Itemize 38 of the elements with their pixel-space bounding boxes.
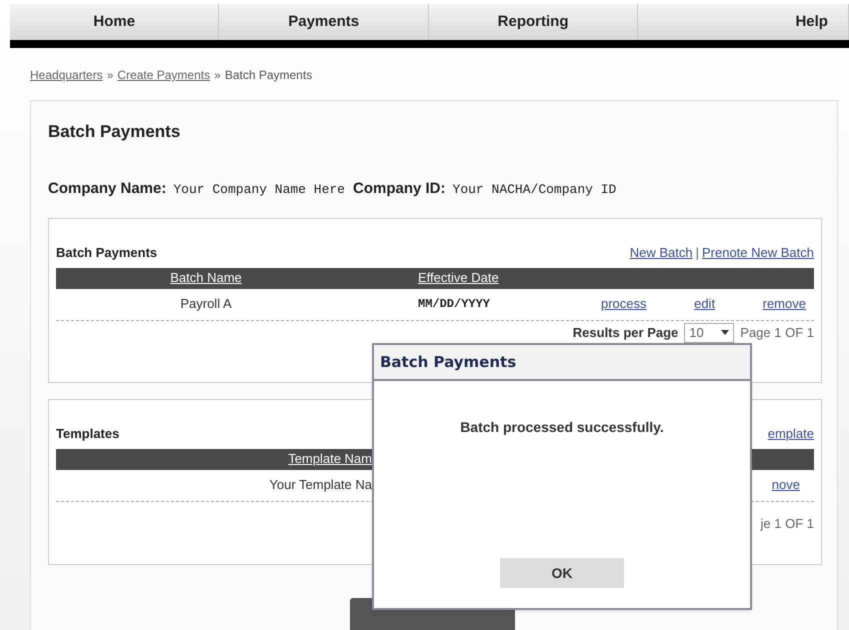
row-action-link[interactable]: remove (762, 294, 806, 314)
breadcrumb-separator: » (106, 67, 114, 84)
panel-title: Batch Payments (56, 244, 158, 262)
pager-label: Results per Page (572, 324, 678, 342)
table-cell-text: Your Template Na (268, 476, 372, 494)
table-cell-text: MM/DD/YYYY (417, 296, 492, 313)
column-header[interactable]: Template Nam (56, 449, 372, 469)
breadcrumb-link[interactable]: Headquarters (30, 66, 103, 84)
row-action-link[interactable]: process (601, 294, 647, 314)
row-action-link[interactable]: edit (694, 294, 716, 314)
breadcrumb-separator: » (214, 67, 221, 84)
company-label: Company ID: (353, 178, 446, 198)
dialog-message: Batch processed successfully. (459, 418, 665, 437)
nav-tab[interactable]: Help (638, 4, 849, 40)
panel-link[interactable]: New Batch (630, 243, 693, 262)
link-separator: | (696, 244, 699, 262)
panel-title: Templates (56, 425, 120, 443)
company-value: Your Company Name Here (173, 180, 345, 198)
company-label: Company Name: (48, 178, 166, 198)
per-page-select[interactable]: 10 (684, 322, 734, 342)
dropdown-arrow-icon (721, 330, 730, 335)
breadcrumb-current: Batch Payments (224, 67, 312, 84)
panel-link[interactable]: emplate (768, 424, 814, 444)
nav-tab[interactable]: Reporting (428, 4, 638, 40)
column-header[interactable]: Effective Date (356, 268, 499, 288)
breadcrumb-link[interactable]: Create Payments (117, 66, 210, 84)
nav-tab[interactable]: Payments (219, 4, 429, 40)
row-action-link[interactable]: nove (772, 475, 800, 495)
panel-link[interactable]: Prenote New Batch (702, 243, 814, 262)
nav-tab[interactable]: Home (10, 4, 220, 40)
dialog-title: Batch Payments (380, 352, 516, 373)
company-value: Your NACHA/Company ID (452, 180, 616, 198)
table-cell-text: Payroll A (179, 295, 233, 314)
ok-button[interactable]: OK (500, 558, 624, 588)
page-title: Batch Payments (48, 121, 182, 143)
page-indicator: je 1 OF 1 (760, 514, 814, 533)
column-header[interactable]: Batch Name (56, 268, 356, 288)
page-indicator: Page 1 OF 1 (740, 324, 814, 342)
